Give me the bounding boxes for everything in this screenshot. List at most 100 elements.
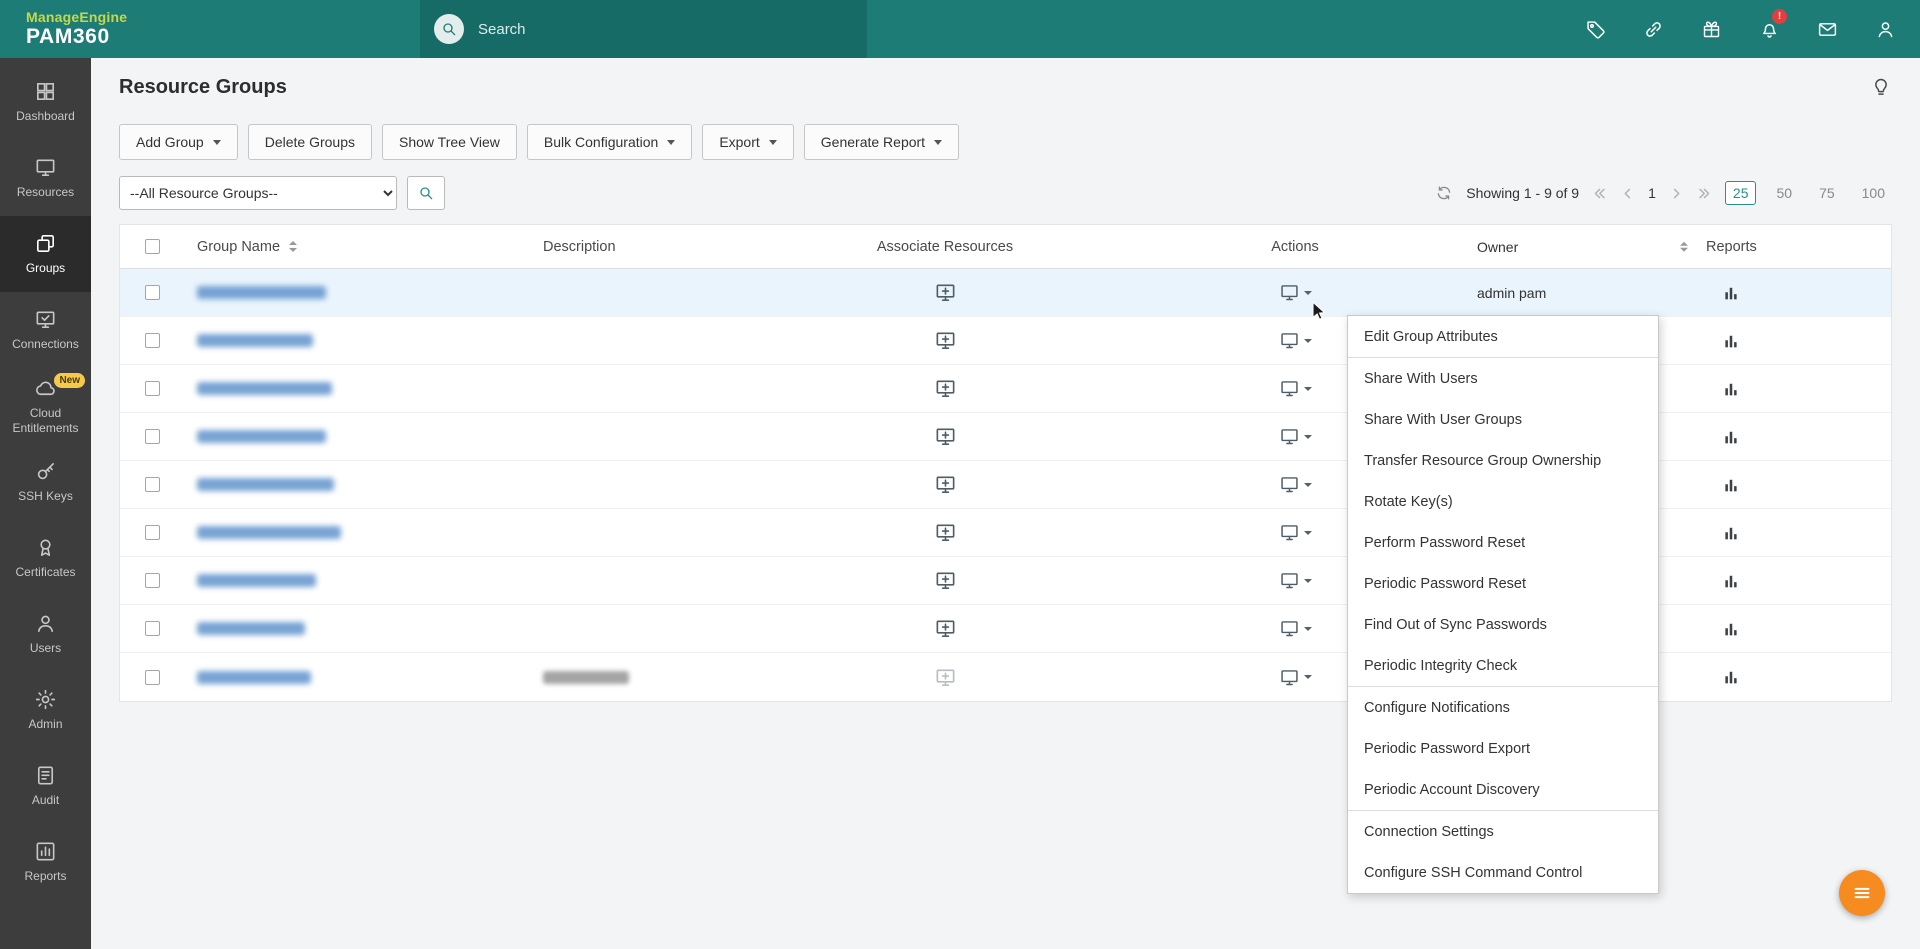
sidebar-item-dashboard[interactable]: Dashboard	[0, 64, 91, 140]
report-chart-icon[interactable]	[1722, 668, 1740, 686]
page-size-25[interactable]: 25	[1724, 181, 1757, 205]
associate-resources-icon[interactable]	[934, 425, 957, 448]
refresh-icon[interactable]	[1435, 184, 1453, 202]
bell-icon[interactable]: !	[1740, 0, 1798, 58]
sidebar-item-resources[interactable]: Resources	[0, 140, 91, 216]
menu-item-periodic-password-reset[interactable]: Periodic Password Reset	[1348, 563, 1658, 604]
page-size-50[interactable]: 50	[1769, 181, 1799, 205]
row-checkbox[interactable]	[144, 333, 160, 348]
actions-dropdown[interactable]	[1120, 282, 1470, 303]
chevron-down-icon	[1303, 626, 1312, 631]
current-page[interactable]: 1	[1648, 185, 1656, 201]
report-chart-icon[interactable]	[1722, 332, 1740, 350]
group-name-link-redacted[interactable]	[197, 478, 334, 491]
first-page-button[interactable]	[1592, 186, 1607, 201]
sidebar-item-users[interactable]: Users	[0, 596, 91, 672]
report-chart-icon[interactable]	[1722, 476, 1740, 494]
search-input[interactable]	[476, 19, 816, 39]
associate-resources-icon[interactable]	[934, 377, 957, 400]
sidebar-item-certificates[interactable]: Certificates	[0, 520, 91, 596]
group-name-link-redacted[interactable]	[197, 526, 341, 539]
report-chart-icon[interactable]	[1722, 524, 1740, 542]
group-name-link-redacted[interactable]	[197, 670, 311, 684]
row-checkbox[interactable]	[144, 381, 160, 396]
row-checkbox[interactable]	[144, 525, 160, 540]
menu-item-periodic-password-export[interactable]: Periodic Password Export	[1348, 728, 1658, 769]
export-button[interactable]: Export	[702, 124, 794, 160]
menu-item-transfer-resource-group-ownership[interactable]: Transfer Resource Group Ownership	[1348, 440, 1658, 481]
bulk-configuration-button[interactable]: Bulk Configuration	[526, 124, 693, 160]
associate-resources-icon[interactable]	[934, 521, 957, 544]
menu-item-periodic-account-discovery[interactable]: Periodic Account Discovery	[1348, 769, 1658, 810]
menu-item-configure-ssh-command-control[interactable]: Configure SSH Command Control	[1348, 852, 1658, 893]
associate-resources-icon[interactable]	[934, 569, 957, 592]
column-owner[interactable]: Owner	[1477, 239, 1518, 255]
report-chart-icon[interactable]	[1722, 428, 1740, 446]
page-size-75[interactable]: 75	[1812, 181, 1842, 205]
associate-resources-icon[interactable]	[934, 281, 957, 304]
table-row[interactable]: admin pam	[120, 269, 1891, 317]
sidebar-item-ssh-keys[interactable]: SSH Keys	[0, 444, 91, 520]
group-name-link-redacted[interactable]	[197, 286, 326, 299]
menu-item-connection-settings[interactable]: Connection Settings	[1348, 810, 1658, 852]
sort-icon[interactable]	[289, 241, 298, 252]
report-chart-icon[interactable]	[1722, 620, 1740, 638]
gift-icon[interactable]	[1682, 0, 1740, 58]
group-name-link-redacted[interactable]	[197, 334, 313, 347]
group-name-link-redacted[interactable]	[197, 622, 305, 635]
mail-icon[interactable]	[1798, 0, 1856, 58]
link-icon[interactable]	[1624, 0, 1682, 58]
filter-search-button[interactable]	[407, 176, 445, 210]
row-checkbox[interactable]	[144, 429, 160, 444]
resource-group-filter-select[interactable]: --All Resource Groups--	[119, 176, 397, 210]
column-group-name[interactable]: Group Name	[197, 239, 280, 255]
generate-report-button[interactable]: Generate Report	[803, 124, 960, 160]
sidebar-item-admin[interactable]: Admin	[0, 672, 91, 748]
row-checkbox[interactable]	[144, 669, 160, 685]
group-name-link-redacted[interactable]	[197, 430, 326, 443]
menu-item-find-out-of-sync-passwords[interactable]: Find Out of Sync Passwords	[1348, 604, 1658, 645]
report-chart-icon[interactable]	[1722, 284, 1740, 302]
associate-resources-icon[interactable]	[934, 473, 957, 496]
page-size-100[interactable]: 100	[1855, 181, 1892, 205]
sidebar-item-audit[interactable]: Audit	[0, 748, 91, 824]
delete-groups-button[interactable]: Delete Groups	[247, 124, 372, 160]
row-checkbox[interactable]	[144, 285, 160, 300]
menu-item-perform-password-reset[interactable]: Perform Password Reset	[1348, 522, 1658, 563]
search-icon[interactable]	[434, 14, 464, 44]
row-checkbox[interactable]	[144, 573, 160, 588]
row-checkbox[interactable]	[144, 477, 160, 492]
menu-item-rotate-keys[interactable]: Rotate Key(s)	[1348, 481, 1658, 522]
sidebar-item-connections[interactable]: Connections	[0, 292, 91, 368]
sidebar-item-reports[interactable]: Reports	[0, 824, 91, 900]
tag-icon[interactable]	[1566, 0, 1624, 58]
report-chart-icon[interactable]	[1722, 380, 1740, 398]
menu-item-share-with-users[interactable]: Share With Users	[1348, 357, 1658, 399]
select-all-checkbox[interactable]	[144, 239, 160, 254]
associate-resources-icon[interactable]	[934, 329, 957, 352]
menu-item-configure-notifications[interactable]: Configure Notifications	[1348, 686, 1658, 728]
menu-item-edit-group-attributes[interactable]: Edit Group Attributes	[1348, 316, 1658, 357]
prev-page-button[interactable]	[1620, 186, 1635, 201]
brand-logo[interactable]: ManageEngine PAM360	[0, 9, 127, 49]
menu-item-share-with-user-groups[interactable]: Share With User Groups	[1348, 399, 1658, 440]
associate-resources-icon[interactable]	[934, 617, 957, 640]
floating-menu-button[interactable]	[1839, 870, 1885, 916]
sort-icon[interactable]	[1680, 241, 1688, 252]
user-icon[interactable]	[1856, 0, 1914, 58]
add-group-button[interactable]: Add Group	[119, 124, 238, 160]
show-tree-view-button[interactable]: Show Tree View	[382, 124, 517, 160]
sidebar-item-cloud-entitlements[interactable]: New Cloud Entitlements	[0, 368, 91, 444]
associate-resources-icon[interactable]	[934, 666, 957, 689]
lightbulb-icon[interactable]	[1870, 76, 1892, 98]
global-search[interactable]	[420, 0, 867, 58]
report-chart-icon[interactable]	[1722, 572, 1740, 590]
group-name-link-redacted[interactable]	[197, 382, 332, 395]
last-page-button[interactable]	[1697, 186, 1712, 201]
group-name-link-redacted[interactable]	[197, 574, 316, 587]
row-checkbox[interactable]	[144, 621, 160, 636]
sidebar-item-groups[interactable]: Groups	[0, 216, 91, 292]
next-page-button[interactable]	[1669, 186, 1684, 201]
product-name: PAM360	[26, 25, 110, 48]
menu-item-periodic-integrity-check[interactable]: Periodic Integrity Check	[1348, 645, 1658, 686]
